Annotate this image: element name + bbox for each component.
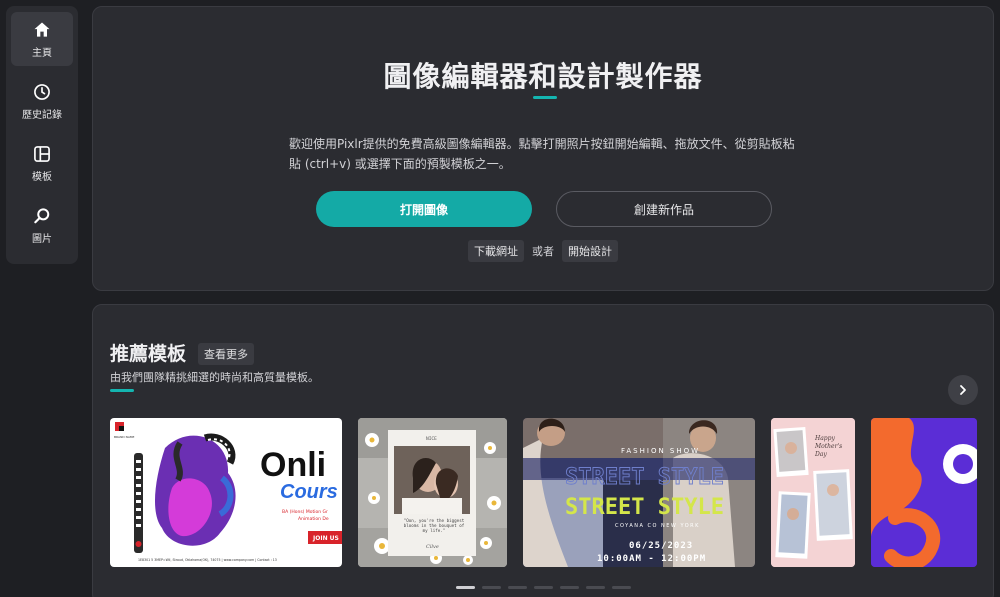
card-text-line2: Mother's — [814, 443, 842, 450]
hero-title: 圖像編輯器和設計製作器 — [383, 60, 703, 93]
floral-thumbnail: NICE "Oon, you're the biggest blooms in … — [358, 418, 507, 567]
sidebar-item-history[interactable]: 歷史記錄 — [11, 74, 73, 128]
home-icon — [34, 22, 50, 37]
sidebar-item-home[interactable]: 主頁 — [11, 12, 73, 66]
pagination-dot[interactable] — [560, 586, 579, 589]
card-venue: COYANA CO NEW YORK — [615, 523, 700, 529]
card-headline-outline: STREET STYLE — [565, 465, 724, 490]
template-card-online-course[interactable]: BRAND NAME Onli Cours BA (Hons) Motion G… — [110, 418, 342, 567]
sidebar-item-templates[interactable]: 模板 — [11, 136, 73, 190]
templates-panel: 推薦模板 查看更多 由我們團隊精挑細選的時尚和高質量模板。 BRAND NAME… — [92, 304, 994, 597]
open-image-button[interactable]: 打開圖像 — [316, 191, 532, 227]
card-headline: Onli — [260, 446, 326, 484]
clock-icon — [34, 83, 50, 100]
templates-title: 推薦模板 — [110, 343, 187, 365]
sidebar-item-label: 歷史記錄 — [22, 109, 62, 121]
chevron-right-icon — [960, 385, 966, 395]
card-cta: JOIN US — [312, 535, 339, 542]
mothers-day-thumbnail: Happy Mother's Day — [771, 418, 855, 567]
street-style-thumbnail: FASHION SHOW STREET STYLE STREET STYLE C… — [523, 418, 755, 567]
card-text-line1: Happy — [814, 435, 835, 442]
pagination-dot[interactable] — [508, 586, 527, 589]
download-url-link[interactable]: 下載網址 — [468, 240, 524, 262]
template-card-abstract[interactable] — [871, 418, 977, 567]
pagination-dot[interactable] — [586, 586, 605, 589]
sidebar: 主頁 歷史記錄 模板 圖片 — [6, 6, 78, 264]
card-time: 10:00AM - 12:00PM — [597, 554, 706, 564]
card-brand: BRAND NAME — [114, 435, 134, 439]
abstract-thumbnail — [871, 418, 977, 567]
pagination-dot[interactable] — [482, 586, 501, 589]
card-date: 06/25/2023 — [629, 541, 693, 551]
card-tag: NICE — [426, 436, 437, 442]
template-card-mothers-day[interactable]: Happy Mother's Day — [771, 418, 855, 567]
sidebar-item-label: 模板 — [32, 171, 52, 183]
start-design-link[interactable]: 開始設計 — [562, 240, 618, 262]
templates-subtitle: 由我們團隊精挑細選的時尚和高質量模板。 — [110, 371, 319, 384]
card-caption-line2: Animation De — [298, 516, 329, 522]
sidebar-item-label: 圖片 — [32, 233, 52, 245]
search-icon — [34, 207, 50, 223]
hero-panel: 圖像編輯器和設計製作器 歡迎使用Pixlr提供的免費高級圖像編輯器。點擊打開照片… — [92, 6, 994, 291]
template-icon — [34, 145, 50, 162]
or-text: 或者 — [532, 245, 554, 258]
card-headline: STREET STYLE — [565, 495, 724, 520]
see-more-link[interactable]: 查看更多 — [198, 343, 254, 365]
card-text-line3: Day — [814, 451, 827, 458]
online-course-thumbnail: BRAND NAME Onli Cours BA (Hons) Motion G… — [114, 422, 342, 562]
pagination-dot[interactable] — [534, 586, 553, 589]
hero-links: 下載網址 或者 開始設計 — [93, 240, 993, 262]
create-new-button[interactable]: 創建新作品 — [556, 191, 772, 227]
card-quote: "Oon, you're the biggest blooms in the b… — [403, 518, 465, 533]
card-top: FASHION SHOW — [621, 447, 700, 455]
templates-underline — [110, 389, 134, 392]
template-card-floral[interactable]: NICE "Oon, you're the biggest blooms in … — [358, 418, 507, 567]
sidebar-item-label: 主頁 — [32, 47, 52, 59]
card-signature: Cilve — [426, 544, 439, 550]
pagination-dot-active[interactable] — [456, 586, 475, 589]
template-card-street-style[interactable]: FASHION SHOW STREET STYLE STREET STYLE C… — [523, 418, 755, 567]
pagination-dot[interactable] — [612, 586, 631, 589]
card-footer: 1E8301 5 3MEP=Wil, Stroud, Oklahoma(OK),… — [138, 558, 277, 562]
title-underline — [533, 96, 557, 99]
carousel-pagination — [456, 586, 631, 589]
card-subheadline: Cours — [280, 481, 338, 503]
hero-description: 歡迎使用Pixlr提供的免費高級圖像編輯器。點擊打開照片按鈕開始編輯、拖放文件、… — [289, 137, 795, 171]
card-caption-line1: BA (Hons) Motion Gr — [282, 509, 328, 515]
carousel-next-button[interactable] — [948, 375, 978, 405]
sidebar-item-images[interactable]: 圖片 — [11, 198, 73, 252]
